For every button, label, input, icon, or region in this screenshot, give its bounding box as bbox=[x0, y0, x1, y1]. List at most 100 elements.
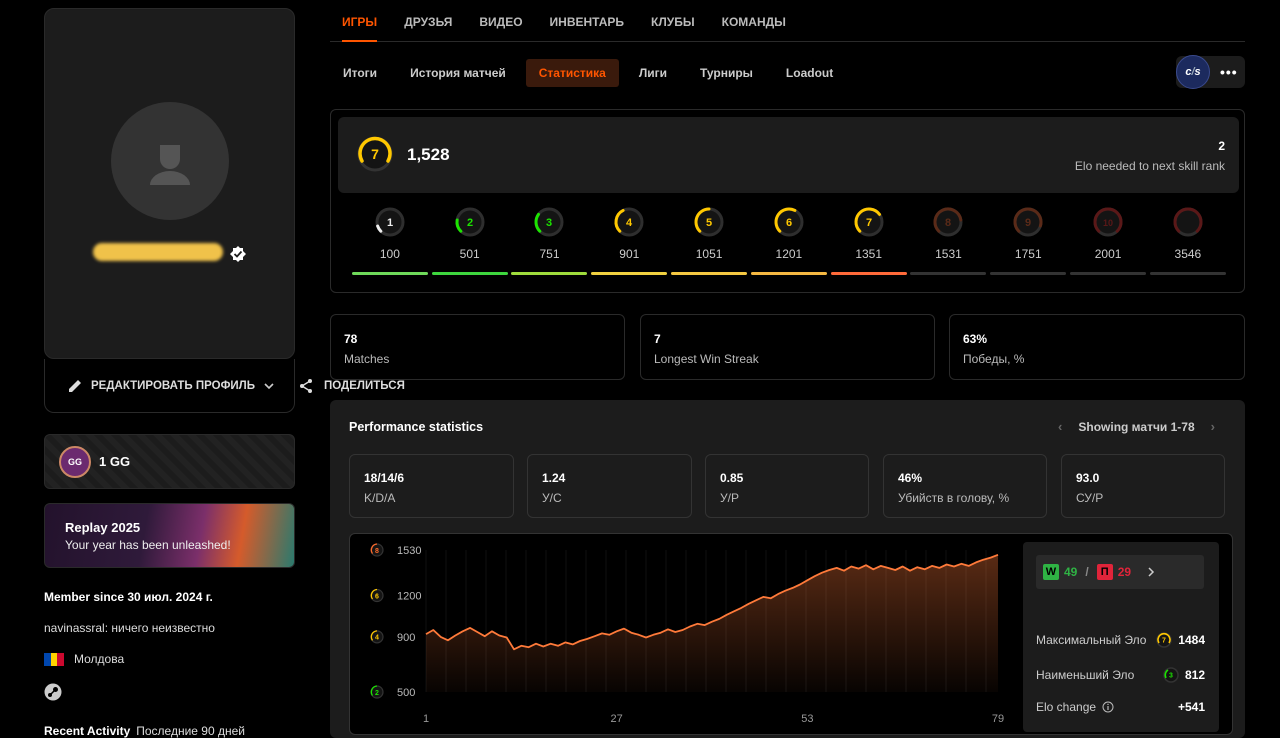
subtab-statistics[interactable]: Статистика bbox=[525, 59, 619, 87]
skill-level-7-icon: 7 bbox=[1156, 632, 1173, 648]
elo-side-panel: W 49 / П 29 Максимальный Эло 7 1484 Наим… bbox=[1023, 542, 1219, 732]
kda-value: 18/14/6 bbox=[364, 471, 405, 485]
skill-level-threshold: 1201 bbox=[775, 247, 803, 261]
skill-level-7-icon: 7 bbox=[357, 136, 393, 172]
edit-profile-label: РЕДАКТИРОВАТЬ ПРОФИЛЬ bbox=[91, 379, 255, 392]
min-elo-value: 812 bbox=[1184, 668, 1205, 682]
tab-friends[interactable]: ДРУЗЬЯ bbox=[404, 0, 452, 42]
skill-levels: 1 100 2 501 3 751 4 901 5 1051 6 1201 7 1351 8 1531 9 175… bbox=[350, 206, 1228, 275]
club-name: 1 GG bbox=[99, 454, 131, 469]
cs2-game-icon[interactable]: c / s bbox=[1176, 55, 1210, 89]
win-loss-row[interactable]: W 49 / П 29 bbox=[1036, 555, 1204, 589]
steam-link[interactable] bbox=[44, 683, 62, 704]
svg-text:1200: 1200 bbox=[397, 590, 421, 602]
pager-prev-icon[interactable]: ‹ bbox=[1058, 419, 1062, 434]
sub-tabs: Итоги История матчей Статистика Лиги Тур… bbox=[330, 59, 853, 87]
win-badge: W bbox=[1043, 564, 1059, 580]
skill-level-9: 9 1751 bbox=[988, 206, 1068, 275]
min-elo-label: Наименьший Эло bbox=[1036, 668, 1135, 682]
more-options-button[interactable]: ••• bbox=[1220, 64, 1238, 80]
skill-level-bar bbox=[910, 272, 987, 275]
svg-text:3: 3 bbox=[546, 217, 552, 229]
kr-stat: 1.24 У/С bbox=[527, 454, 692, 518]
y-tick-label: 6 1200 bbox=[370, 588, 421, 602]
replay-banner[interactable]: Replay 2025 Your year has been unleashed… bbox=[44, 503, 295, 568]
club-card[interactable]: GG 1 GG bbox=[44, 434, 295, 489]
avatar[interactable] bbox=[111, 102, 229, 220]
skill-level-threshold: 2001 bbox=[1094, 247, 1122, 261]
info-icon[interactable] bbox=[1102, 701, 1114, 713]
kr-label: У/С bbox=[542, 491, 562, 505]
skill-level-threshold: 1751 bbox=[1014, 247, 1042, 261]
chevron-down-icon bbox=[264, 382, 274, 389]
tab-video[interactable]: ВИДЕО bbox=[479, 0, 522, 42]
adr-stat: 93.0 СУ/Р bbox=[1061, 454, 1225, 518]
subtab-tournaments[interactable]: Турниры bbox=[687, 59, 766, 87]
elo-area bbox=[426, 554, 998, 692]
moldova-flag-icon bbox=[44, 652, 64, 666]
x-tick-label: 27 bbox=[611, 713, 623, 725]
adr-value: 93.0 bbox=[1076, 471, 1100, 485]
elo-chart-box: 8 1530 6 1200 4 900 2 500 1 27 53 79 W 49 / П 29 Ма… bbox=[349, 533, 1233, 735]
tab-games[interactable]: ИГРЫ bbox=[342, 0, 378, 42]
replay-subtitle: Your year has been unleashed! bbox=[65, 538, 231, 552]
pager-next-icon[interactable]: › bbox=[1211, 419, 1215, 434]
share-icon bbox=[300, 379, 312, 393]
svg-text:10: 10 bbox=[1103, 218, 1113, 228]
y-tick-label: 4 900 bbox=[370, 630, 415, 644]
subtab-overview[interactable]: Итоги bbox=[330, 59, 390, 87]
elo-change-value: +541 bbox=[1177, 700, 1205, 714]
skill-level-bar bbox=[1149, 272, 1226, 275]
skill-level-icon: 9 bbox=[1013, 207, 1043, 237]
y-tick-label: 8 1530 bbox=[370, 543, 421, 557]
steam-icon bbox=[44, 683, 62, 701]
elo-needed-value: 2 bbox=[1218, 139, 1225, 153]
max-elo-level: 7 bbox=[1162, 638, 1166, 645]
winrate-label: Победы, % bbox=[963, 352, 1025, 366]
edit-profile-button[interactable]: РЕДАКТИРОВАТЬ ПРОФИЛЬ bbox=[67, 378, 275, 394]
user-icon bbox=[150, 145, 190, 185]
skill-level-threshold: 1531 bbox=[935, 247, 962, 261]
replay-title: Replay 2025 bbox=[65, 520, 141, 535]
skill-level-bar bbox=[351, 272, 428, 275]
elo-needed-label: Elo needed to next skill rank bbox=[1074, 159, 1225, 173]
elo-chart[interactable]: 8 1530 6 1200 4 900 2 500 1 27 53 79 bbox=[350, 534, 1020, 734]
skill-level-4: 4 901 bbox=[589, 206, 669, 275]
tab-clubs[interactable]: КЛУБЫ bbox=[651, 0, 695, 42]
elo-change-row: Elo change +541 bbox=[1036, 700, 1205, 714]
svg-text:7: 7 bbox=[866, 217, 872, 229]
subtab-loadout[interactable]: Loadout bbox=[773, 59, 846, 87]
kround-label: У/Р bbox=[720, 491, 739, 505]
tab-inventory[interactable]: ИНВЕНТАРЬ bbox=[550, 0, 625, 42]
max-elo-label: Максимальный Эло bbox=[1036, 633, 1147, 647]
skill-level-bar bbox=[1070, 272, 1147, 275]
min-elo-row: Наименьший Эло 3 812 bbox=[1036, 667, 1205, 683]
share-button[interactable]: ПОДЕЛИТЬСЯ bbox=[298, 378, 405, 394]
elo-needed: 2 Elo needed to next skill rank bbox=[1075, 139, 1225, 173]
pencil-icon bbox=[69, 379, 81, 392]
svg-text:5: 5 bbox=[706, 217, 712, 229]
win-streak-stat: 7 Longest Win Streak bbox=[640, 314, 935, 380]
skill-level-threshold: 501 bbox=[459, 247, 480, 261]
current-level-number: 7 bbox=[371, 146, 379, 162]
kround-stat: 0.85 У/Р bbox=[705, 454, 869, 518]
skill-level-icon: 2 bbox=[455, 207, 485, 237]
wins-count: 49 bbox=[1064, 565, 1078, 579]
kda-label: K/D/A bbox=[364, 491, 396, 505]
tab-teams[interactable]: КОМАНДЫ bbox=[722, 0, 786, 42]
skill-level-3-icon: 3 bbox=[1163, 667, 1179, 683]
svg-text:900: 900 bbox=[397, 632, 415, 644]
bio: navinassral: ничего неизвестно bbox=[44, 621, 215, 635]
winrate-stat: 63% Победы, % bbox=[949, 314, 1245, 380]
performance-panel: Performance statistics ‹ Showing матчи 1… bbox=[330, 400, 1245, 738]
recent-activity: Recent Activity Последние 90 дней bbox=[44, 724, 245, 738]
username-redacted bbox=[93, 243, 223, 261]
elo-value: 1,528 bbox=[407, 145, 450, 164]
game-switcher[interactable]: c / s ••• bbox=[1176, 55, 1245, 89]
subtab-leagues[interactable]: Лиги bbox=[626, 59, 680, 87]
subtab-match-history[interactable]: История матчей bbox=[397, 59, 519, 87]
club-logo: GG bbox=[59, 445, 91, 478]
svg-text:500: 500 bbox=[397, 687, 415, 699]
svg-text:6: 6 bbox=[375, 593, 379, 600]
skill-level-icon: 7 bbox=[854, 207, 884, 237]
